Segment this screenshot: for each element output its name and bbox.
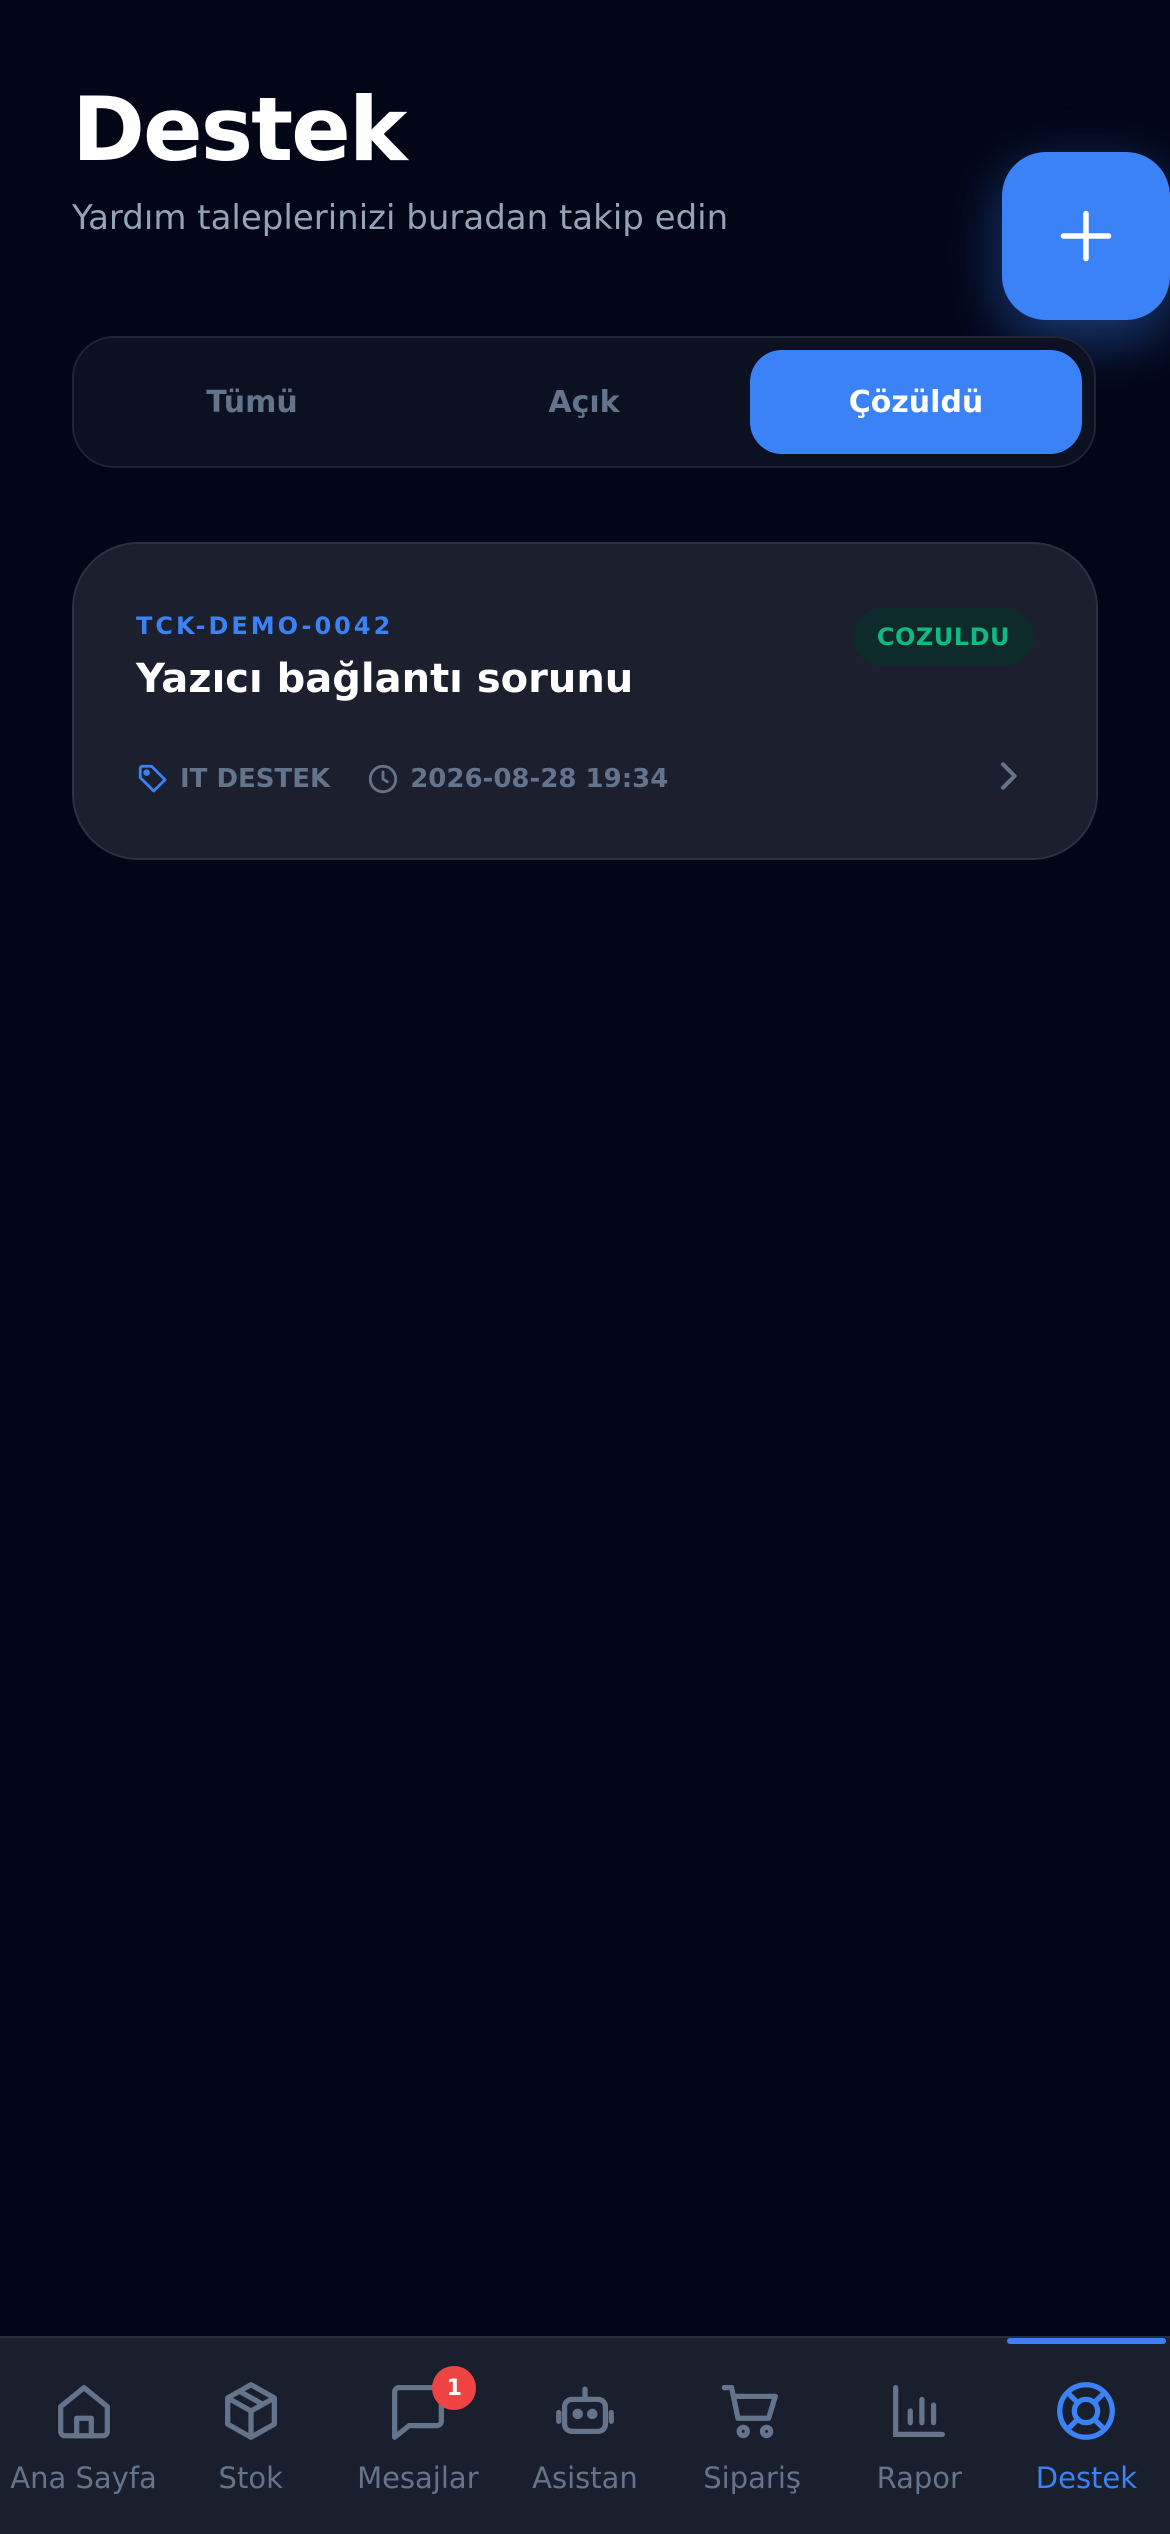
- status-badge: COZULDU: [852, 608, 1034, 666]
- tab-all[interactable]: Tümü: [86, 350, 418, 454]
- nav-item-assistant[interactable]: Asistan: [501, 2338, 668, 2534]
- tab-resolved[interactable]: Çözüldü: [750, 350, 1082, 454]
- page-title: Destek: [72, 78, 407, 181]
- status-filter-tabs: Tümü Açık Çözüldü: [72, 336, 1096, 468]
- ticket-datetime: 2026-08-28 19:34: [366, 762, 668, 796]
- nav-label: Sipariş: [703, 2461, 801, 2495]
- chevron-right-icon: [1001, 762, 1017, 790]
- nav-item-stock[interactable]: Stok: [167, 2338, 334, 2534]
- box-icon: [216, 2376, 286, 2446]
- lifebuoy-icon: [1051, 2376, 1121, 2446]
- tab-open[interactable]: Açık: [418, 350, 750, 454]
- plus-icon: [1060, 210, 1112, 262]
- nav-item-messages[interactable]: 1 Mesajlar: [334, 2338, 501, 2534]
- nav-item-support[interactable]: Destek: [1003, 2338, 1170, 2534]
- nav-item-orders[interactable]: Sipariş: [669, 2338, 836, 2534]
- nav-item-home[interactable]: Ana Sayfa: [0, 2338, 167, 2534]
- ticket-meta: IT DESTEK 2026-08-28 19:34: [136, 762, 704, 796]
- add-ticket-button[interactable]: [1002, 152, 1170, 320]
- ticket-datetime-label: 2026-08-28 19:34: [410, 764, 669, 794]
- ticket-title: Yazıcı bağlantı sorunu: [136, 656, 634, 702]
- ticket-category: IT DESTEK: [136, 762, 330, 796]
- ticket-card[interactable]: TCK-DEMO-0042 Yazıcı bağlantı sorunu COZ…: [72, 542, 1098, 860]
- bar-chart-icon: [884, 2376, 954, 2446]
- nav-item-report[interactable]: Rapor: [836, 2338, 1003, 2534]
- unread-badge: 1: [432, 2366, 477, 2410]
- ticket-category-label: IT DESTEK: [180, 764, 331, 794]
- tag-icon: [136, 762, 170, 796]
- nav-label: Rapor: [876, 2461, 962, 2495]
- nav-label: Ana Sayfa: [10, 2461, 157, 2495]
- ticket-id: TCK-DEMO-0042: [136, 612, 394, 640]
- bottom-nav: Ana Sayfa Stok 1 Mesajlar Asistan Sipari…: [0, 2336, 1170, 2534]
- nav-label: Destek: [1035, 2461, 1138, 2495]
- clock-icon: [366, 762, 400, 796]
- nav-label: Stok: [218, 2461, 283, 2495]
- nav-label: Asistan: [532, 2461, 638, 2495]
- page-subtitle: Yardım taleplerinizi buradan takip edin: [72, 198, 729, 238]
- header: Destek Yardım taleplerinizi buradan taki…: [72, 78, 1170, 320]
- robot-icon: [550, 2376, 620, 2446]
- cart-icon: [717, 2376, 787, 2446]
- home-icon: [49, 2376, 119, 2446]
- nav-label: Mesajlar: [357, 2461, 479, 2495]
